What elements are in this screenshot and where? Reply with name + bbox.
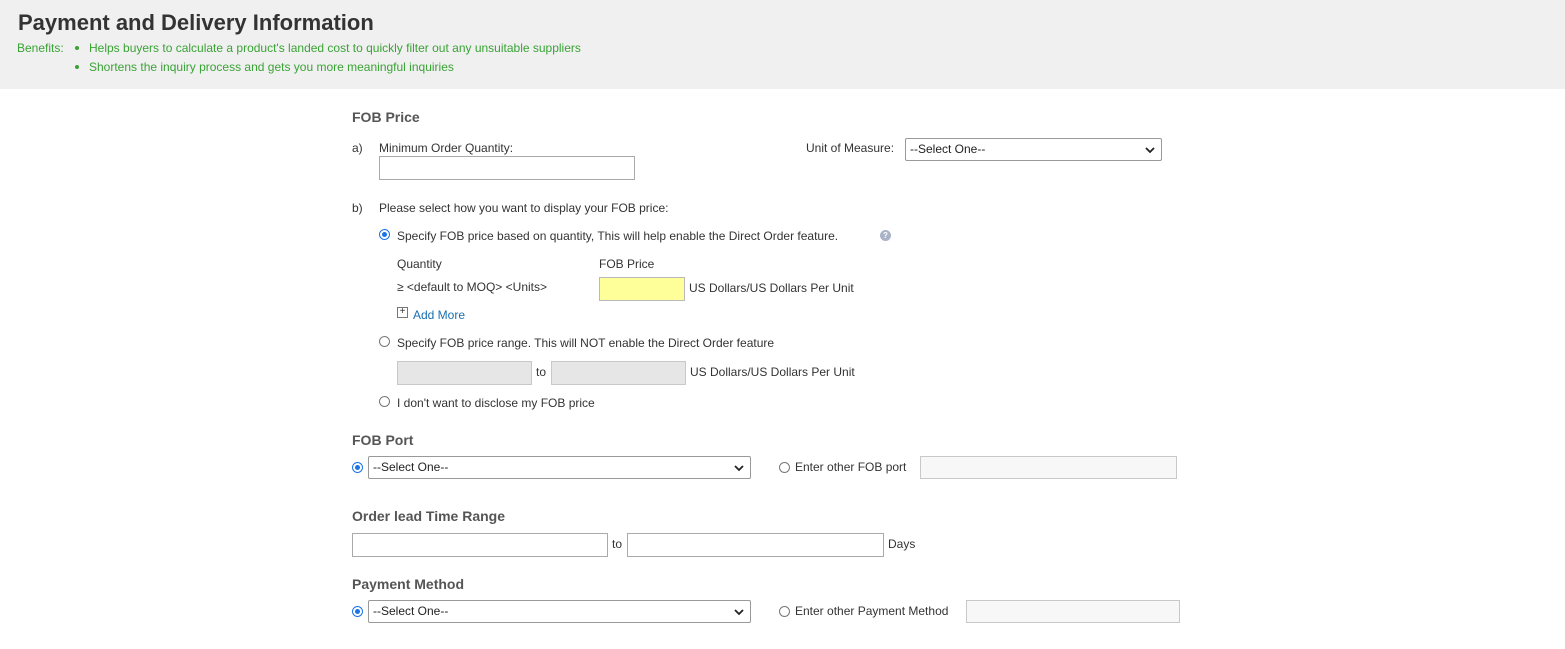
range-to-input[interactable] [551, 361, 686, 385]
bullet-icon [75, 45, 79, 50]
fob-port-other-label: Enter other FOB port [795, 460, 907, 474]
moq-label: Minimum Order Quantity: [379, 141, 514, 155]
add-more-link[interactable]: Add More [413, 308, 465, 322]
page-title: Payment and Delivery Information [18, 10, 374, 35]
payment-select-radio[interactable] [352, 606, 363, 617]
lead-time-unit: Days [888, 537, 916, 551]
lead-time-title: Order lead Time Range [352, 508, 506, 524]
quantity-default-text: ≥ <default to MOQ> <Units> [397, 280, 547, 294]
lead-time-to-input[interactable] [627, 533, 884, 557]
chevron-down-icon [734, 609, 744, 616]
fob-port-select[interactable]: --Select One-- [368, 456, 751, 479]
uom-label: Unit of Measure: [806, 141, 895, 155]
fob-port-other-input[interactable] [920, 456, 1177, 479]
range-from-input[interactable] [397, 361, 532, 385]
fob-port-other-radio[interactable] [779, 462, 790, 473]
payment-other-input[interactable] [966, 600, 1180, 623]
fob-display-prompt: Please select how you want to display yo… [379, 201, 669, 215]
fob-price-column-header: FOB Price [599, 257, 655, 271]
benefits-label: Benefits: [17, 41, 64, 55]
fob-quantity-option-label: Specify FOB price based on quantity, Thi… [397, 229, 839, 243]
moq-input[interactable] [379, 156, 635, 180]
range-unit-text: US Dollars/US Dollars Per Unit [690, 365, 855, 379]
uom-select[interactable]: --Select One-- [905, 138, 1162, 161]
fob-nodisclose-option-label: I don't want to disclose my FOB price [397, 396, 595, 410]
bullet-icon [75, 64, 79, 69]
range-to-label: to [536, 365, 547, 379]
price-unit-text: US Dollars/US Dollars Per Unit [689, 281, 854, 295]
lead-time-from-input[interactable] [352, 533, 608, 557]
fob-price-title: FOB Price [352, 109, 420, 125]
fob-port-title: FOB Port [352, 432, 414, 448]
fob-port-select-radio[interactable] [352, 462, 363, 473]
payment-other-radio[interactable] [779, 606, 790, 617]
payment-method-select[interactable]: --Select One-- [368, 600, 751, 623]
step-a-marker: a) [352, 141, 363, 155]
fob-quantity-radio[interactable] [379, 229, 390, 240]
quantity-column-header: Quantity [397, 257, 442, 271]
page-header: Payment and Delivery Information Benefit… [0, 0, 1565, 89]
chevron-down-icon [734, 465, 744, 472]
fob-range-option-label: Specify FOB price range. This will NOT e… [397, 336, 775, 350]
payment-method-title: Payment Method [352, 576, 465, 592]
fob-nodisclose-radio[interactable] [379, 396, 390, 407]
fob-price-input[interactable] [599, 277, 685, 301]
benefit-item: Shortens the inquiry process and gets yo… [75, 60, 454, 74]
lead-time-to-label: to [612, 537, 623, 551]
chevron-down-icon [1145, 147, 1155, 154]
step-b-marker: b) [352, 201, 363, 215]
benefit-item: Helps buyers to calculate a product's la… [75, 41, 581, 55]
fob-range-radio[interactable] [379, 336, 390, 347]
payment-other-label: Enter other Payment Method [795, 604, 949, 618]
plus-icon[interactable]: + [397, 307, 408, 318]
help-icon[interactable]: ? [880, 230, 891, 241]
